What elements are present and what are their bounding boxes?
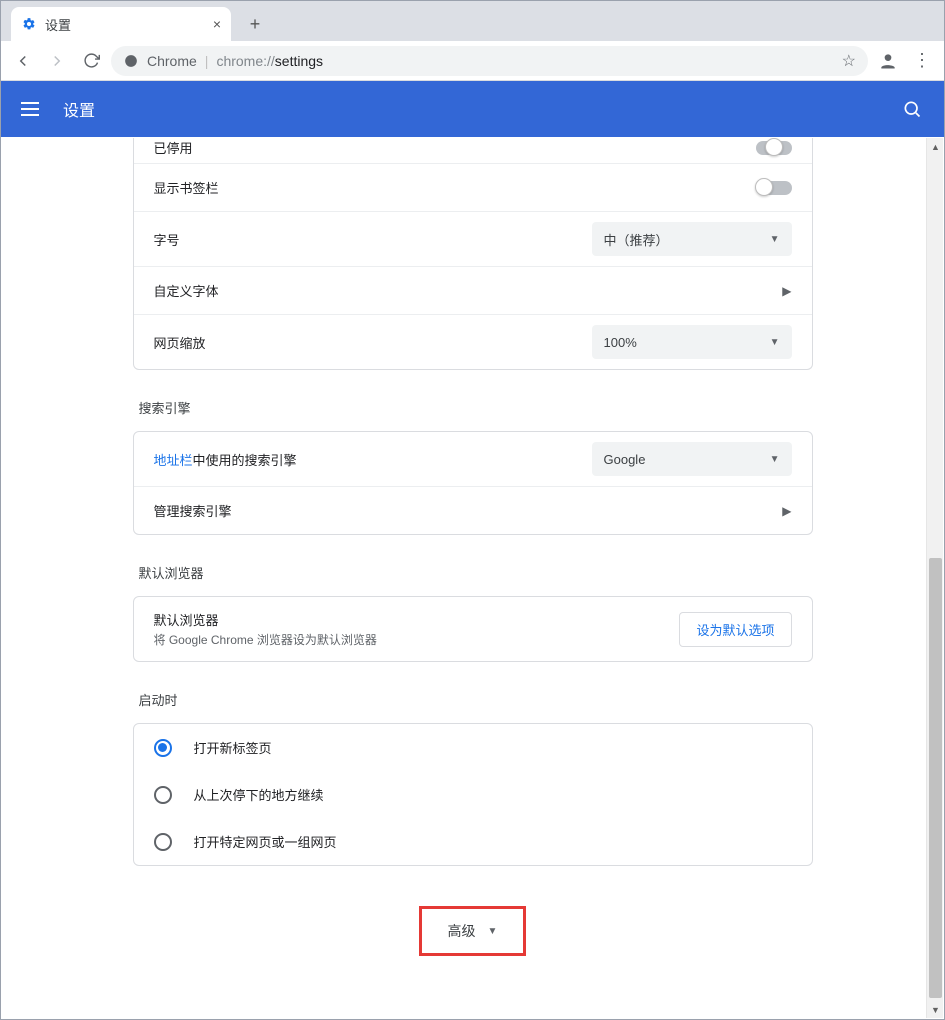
section-heading-search: 搜索引擎 [139,398,813,417]
search-engine-select[interactable]: Google ▼ [592,442,792,476]
startup-card: 打开新标签页 从上次停下的地方继续 打开特定网页或一组网页 [133,723,813,866]
url-separator: | [205,53,209,69]
setting-row-paused: 已停用 [134,138,812,163]
font-size-select[interactable]: 中（推荐） ▼ [592,222,792,256]
radio-icon [154,786,172,804]
row-label-group: 默认浏览器 将 Google Chrome 浏览器设为默认浏览器 [154,610,680,648]
startup-option-continue[interactable]: 从上次停下的地方继续 [134,771,812,818]
setting-row-page-zoom: 网页缩放 100% ▼ [134,314,812,369]
startup-option-new-tab[interactable]: 打开新标签页 [134,724,812,771]
row-label: 地址栏中使用的搜索引擎 [154,450,592,469]
address-bar[interactable]: Chrome | chrome://settings ☆ [111,46,868,76]
tab-title: 设置 [45,15,71,34]
site-info-icon[interactable] [123,53,139,69]
set-default-button[interactable]: 设为默认选项 [679,612,791,647]
gear-icon [21,16,37,32]
row-label: 网页缩放 [154,333,592,352]
settings-header: 设置 [1,81,944,137]
default-browser-card: 默认浏览器 将 Google Chrome 浏览器设为默认浏览器 设为默认选项 [133,596,813,662]
row-label: 自定义字体 [154,281,773,300]
scroll-up-icon[interactable]: ▲ [927,138,943,155]
setting-row-default-browser: 默认浏览器 将 Google Chrome 浏览器设为默认浏览器 设为默认选项 [134,597,812,661]
scroll-thumb[interactable] [929,558,942,998]
advanced-toggle[interactable]: 高级 ▼ [419,906,527,956]
select-value: 100% [604,335,637,350]
advanced-label: 高级 [448,921,476,941]
startup-option-specific[interactable]: 打开特定网页或一组网页 [134,818,812,865]
row-label: 显示书签栏 [154,178,756,197]
radio-icon [154,833,172,851]
section-heading-default-browser: 默认浏览器 [139,563,813,582]
toggle-show-bookmarks[interactable] [756,181,792,195]
appearance-card: 已停用 显示书签栏 字号 中（推荐） ▼ [133,138,813,370]
bookmark-star-icon[interactable]: ☆ [842,51,856,71]
setting-row-manage-engines[interactable]: 管理搜索引擎 ▶ [134,486,812,534]
browser-window: 设置 × + Chrome | chrome://settings ☆ ⋮ [0,0,945,1020]
search-engine-card: 地址栏中使用的搜索引擎 Google ▼ 管理搜索引擎 ▶ [133,431,813,535]
option-label: 从上次停下的地方继续 [194,785,324,804]
close-tab-icon[interactable]: × [213,16,221,32]
caret-down-icon: ▼ [770,234,780,245]
url-text: chrome://settings [216,53,323,69]
setting-row-custom-fonts[interactable]: 自定义字体 ▶ [134,266,812,314]
browser-toolbar: Chrome | chrome://settings ☆ ⋮ [1,41,944,81]
reload-button[interactable] [77,47,105,75]
row-title: 默认浏览器 [154,610,680,629]
select-value: Google [604,452,646,467]
chevron-right-icon: ▶ [782,284,791,298]
row-label: 已停用 [154,138,756,157]
address-bar-link[interactable]: 地址栏 [154,453,193,468]
back-button[interactable] [9,47,37,75]
row-label: 管理搜索引擎 [154,501,773,520]
profile-button[interactable] [874,47,902,75]
scroll-down-icon[interactable]: ▼ [927,1001,943,1018]
toggle-paused[interactable] [756,141,792,155]
address-bar-suffix: 中使用的搜索引擎 [193,453,297,468]
browser-tab[interactable]: 设置 × [11,7,231,41]
tab-strip: 设置 × + [1,1,944,41]
caret-down-icon: ▼ [770,454,780,465]
setting-row-font-size: 字号 中（推荐） ▼ [134,211,812,266]
setting-row-address-bar-engine: 地址栏中使用的搜索引擎 Google ▼ [134,432,812,486]
caret-down-icon: ▼ [770,337,780,348]
select-value: 中（推荐） [604,230,669,249]
url-scheme-label: Chrome [147,53,197,69]
section-heading-startup: 启动时 [139,690,813,709]
settings-content: 已停用 显示书签栏 字号 中（推荐） ▼ [2,138,943,1018]
new-tab-button[interactable]: + [241,10,269,38]
caret-down-icon: ▼ [488,926,498,937]
page-title: 设置 [63,97,95,121]
row-label: 字号 [154,230,592,249]
page-zoom-select[interactable]: 100% ▼ [592,325,792,359]
row-subtitle: 将 Google Chrome 浏览器设为默认浏览器 [154,631,680,648]
forward-button[interactable] [43,47,71,75]
option-label: 打开新标签页 [194,738,272,757]
radio-icon [154,739,172,757]
setting-row-show-bookmarks: 显示书签栏 [134,163,812,211]
search-icon[interactable] [900,97,924,121]
chevron-right-icon: ▶ [782,504,791,518]
advanced-section: 高级 ▼ [133,906,813,956]
scrollbar[interactable]: ▲ ▼ [926,138,943,1018]
option-label: 打开特定网页或一组网页 [194,832,337,851]
menu-button[interactable]: ⋮ [908,50,936,71]
menu-icon[interactable] [21,97,45,121]
